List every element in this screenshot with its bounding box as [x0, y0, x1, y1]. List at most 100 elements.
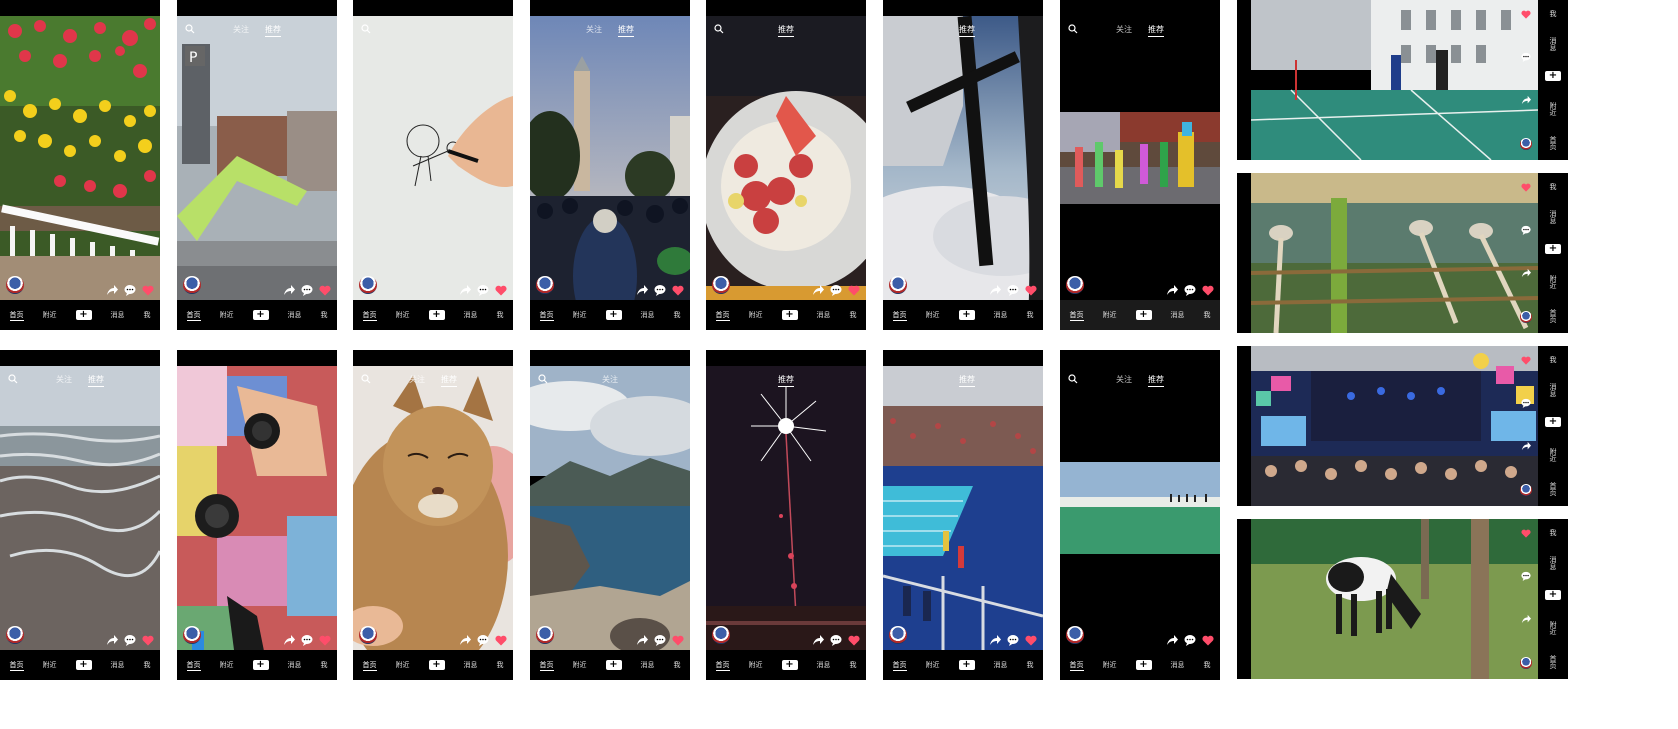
nav-home[interactable]: 首页: [1548, 655, 1558, 669]
tab-recommend[interactable]: 推荐: [1148, 374, 1164, 387]
avatar[interactable]: [712, 276, 730, 294]
nav-nearby[interactable]: 附近: [926, 660, 940, 670]
nav-home[interactable]: 首页: [362, 660, 377, 671]
plus-icon[interactable]: +: [1545, 71, 1561, 82]
video-card-bamboo[interactable]: 我 消息 + 附近 首页: [1237, 173, 1568, 333]
nav-messages[interactable]: 消息: [1171, 660, 1185, 670]
nav-nearby[interactable]: 附近: [43, 660, 57, 670]
comment-icon[interactable]: [830, 634, 842, 646]
nav-messages[interactable]: 消息: [111, 660, 125, 670]
tab-follow[interactable]: 关注: [586, 24, 602, 35]
nav-me[interactable]: 我: [1027, 660, 1034, 670]
plus-icon[interactable]: +: [1545, 244, 1561, 255]
nav-messages[interactable]: 消息: [641, 310, 655, 320]
tab-follow[interactable]: 关注: [233, 24, 249, 35]
avatar[interactable]: [1520, 311, 1532, 323]
heart-icon[interactable]: [142, 285, 154, 296]
nav-home[interactable]: 首页: [1548, 309, 1558, 323]
share-icon[interactable]: [989, 634, 1001, 646]
avatar[interactable]: [183, 276, 201, 294]
search-icon[interactable]: [361, 24, 371, 34]
nav-messages[interactable]: 消息: [464, 660, 478, 670]
nav-me[interactable]: 我: [850, 310, 857, 320]
heart-icon[interactable]: [1521, 356, 1531, 365]
share-icon[interactable]: [989, 284, 1001, 296]
comment-icon[interactable]: [654, 634, 666, 646]
heart-icon[interactable]: [1202, 285, 1214, 296]
nav-home[interactable]: 首页: [539, 660, 554, 671]
avatar[interactable]: [889, 276, 907, 294]
heart-icon[interactable]: [1025, 635, 1037, 646]
avatar[interactable]: [1520, 657, 1532, 669]
nav-messages[interactable]: 消息: [288, 310, 302, 320]
nav-messages[interactable]: 消息: [994, 310, 1008, 320]
plus-icon[interactable]: +: [1545, 590, 1561, 601]
tab-recommend[interactable]: 推荐: [778, 24, 794, 37]
nav-messages[interactable]: 消息: [994, 660, 1008, 670]
heart-icon[interactable]: [848, 635, 860, 646]
heart-icon[interactable]: [1521, 529, 1531, 538]
plus-icon[interactable]: +: [781, 310, 798, 320]
share-icon[interactable]: [812, 634, 824, 646]
nav-messages[interactable]: 消息: [817, 660, 831, 670]
nav-nearby[interactable]: 附近: [1548, 448, 1558, 462]
nav-home[interactable]: 首页: [715, 660, 730, 671]
tab-follow[interactable]: 关注: [409, 374, 425, 385]
nav-nearby[interactable]: 附近: [573, 660, 587, 670]
avatar[interactable]: [359, 626, 377, 644]
nav-nearby[interactable]: 附近: [1103, 310, 1117, 320]
tab-recommend[interactable]: 推荐: [778, 374, 794, 387]
share-icon[interactable]: [459, 284, 471, 296]
share-icon[interactable]: [1166, 634, 1178, 646]
nav-messages[interactable]: 消息: [817, 310, 831, 320]
avatar[interactable]: [536, 276, 554, 294]
tab-recommend[interactable]: 推荐: [1148, 24, 1164, 37]
plus-icon[interactable]: +: [428, 660, 445, 670]
plus-icon[interactable]: +: [958, 310, 975, 320]
share-icon[interactable]: [1521, 614, 1531, 624]
plus-icon[interactable]: +: [958, 660, 975, 670]
nav-me[interactable]: 我: [497, 310, 504, 320]
comment-icon[interactable]: [1184, 634, 1196, 646]
plus-icon[interactable]: +: [1135, 660, 1152, 670]
share-icon[interactable]: [636, 284, 648, 296]
comment-icon[interactable]: [1184, 284, 1196, 296]
nav-me[interactable]: 我: [321, 660, 328, 670]
comment-icon[interactable]: [1521, 225, 1531, 235]
plus-icon[interactable]: +: [252, 660, 269, 670]
nav-me[interactable]: 我: [144, 660, 151, 670]
comment-icon[interactable]: [301, 634, 313, 646]
video-card-badminton[interactable]: 我 消息 + 附近 首页: [1237, 0, 1568, 160]
comment-icon[interactable]: [477, 634, 489, 646]
nav-messages[interactable]: 消息: [288, 660, 302, 670]
nav-home[interactable]: 首页: [9, 660, 24, 671]
avatar[interactable]: [1066, 626, 1084, 644]
heart-icon[interactable]: [319, 285, 331, 296]
video-card-flowers[interactable]: 首页 附近 + 消息 我: [0, 0, 160, 330]
nav-home[interactable]: 首页: [1069, 310, 1084, 321]
video-card-airplane[interactable]: 推荐 首页 附近 + 消息 我: [883, 0, 1043, 330]
nav-home[interactable]: 首页: [892, 660, 907, 671]
avatar[interactable]: [536, 626, 554, 644]
video-card-pool[interactable]: 推荐 首页 附近 + 消息 我: [883, 350, 1043, 680]
nav-messages[interactable]: 消息: [464, 310, 478, 320]
comment-icon[interactable]: [830, 284, 842, 296]
nav-me[interactable]: 我: [1548, 183, 1558, 190]
share-icon[interactable]: [283, 284, 295, 296]
tab-recommend[interactable]: 推荐: [618, 24, 634, 37]
nav-nearby[interactable]: 附近: [1548, 102, 1558, 116]
nav-home[interactable]: 首页: [362, 310, 377, 321]
comment-icon[interactable]: [654, 284, 666, 296]
tab-recommend[interactable]: 推荐: [265, 24, 281, 37]
avatar[interactable]: [1520, 138, 1532, 150]
video-card-lake[interactable]: 关注 首页 附近 + 消息 我: [530, 350, 690, 680]
tab-follow[interactable]: 关注: [56, 374, 72, 385]
avatar[interactable]: [6, 276, 24, 294]
comment-icon[interactable]: [1007, 284, 1019, 296]
heart-icon[interactable]: [495, 635, 507, 646]
avatar[interactable]: [889, 626, 907, 644]
share-icon[interactable]: [1521, 95, 1531, 105]
share-icon[interactable]: [636, 634, 648, 646]
nav-me[interactable]: 我: [321, 310, 328, 320]
nav-messages[interactable]: 消息: [1171, 310, 1185, 320]
